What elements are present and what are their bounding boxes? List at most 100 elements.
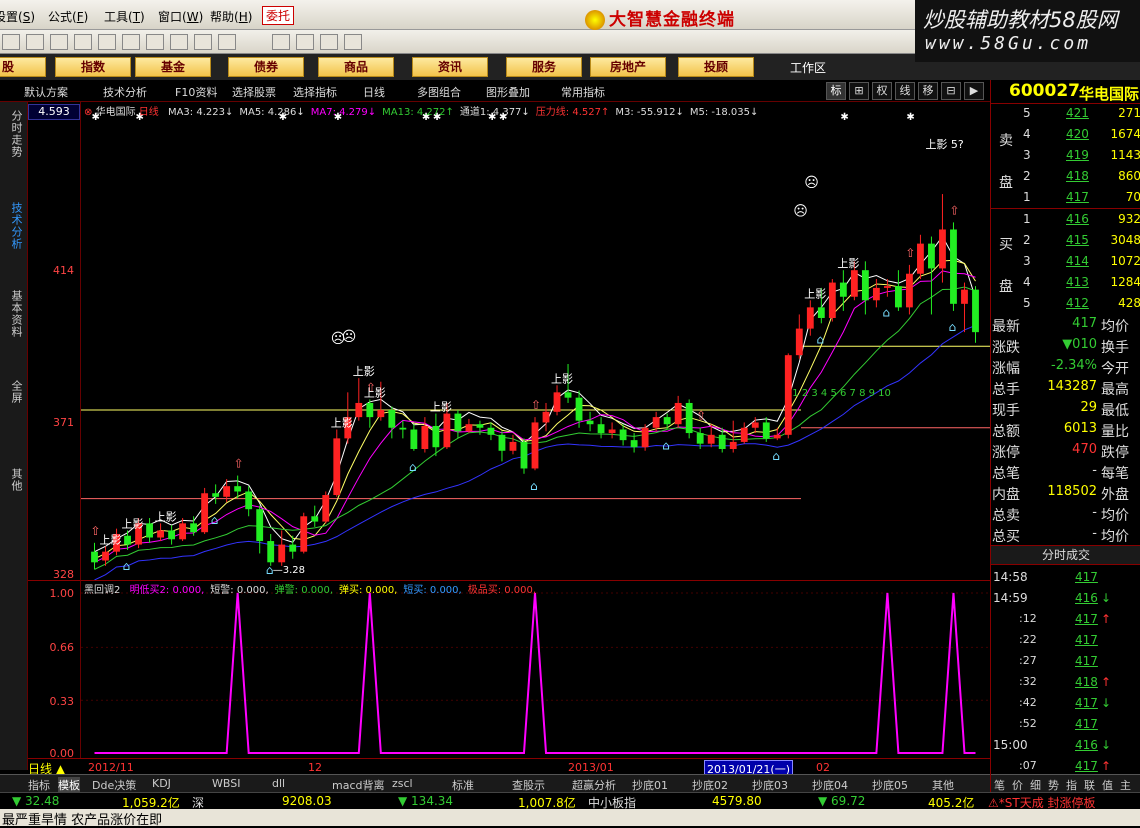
menu-item-6[interactable]: 工具(T) bbox=[104, 8, 145, 25]
close-icon[interactable]: ⊗ bbox=[84, 107, 92, 118]
category-1[interactable]: 指数 bbox=[55, 57, 131, 77]
indicator-tab-10[interactable]: 超赢分析 bbox=[572, 777, 616, 793]
indicator-tab-14[interactable]: 抄底04 bbox=[812, 777, 848, 793]
right-tab-5[interactable]: 联 bbox=[1084, 777, 1095, 793]
indicator-tab-3[interactable]: KDJ bbox=[152, 777, 171, 790]
money-icon[interactable] bbox=[170, 34, 188, 50]
view-button-1[interactable]: ⊞ bbox=[849, 82, 869, 100]
indicator-tab-2[interactable]: Dde决策 bbox=[92, 777, 136, 793]
buy-price[interactable]: 416 bbox=[1066, 212, 1089, 226]
info-icon[interactable] bbox=[218, 34, 236, 50]
view-button-4[interactable]: 移 bbox=[918, 82, 938, 100]
view-button-2[interactable]: 权 bbox=[872, 82, 892, 100]
view-button-6[interactable]: ▶ bbox=[964, 82, 984, 100]
indicator-tab-1[interactable]: 模板 bbox=[58, 777, 80, 793]
workarea-label[interactable]: 工作区 bbox=[790, 59, 826, 76]
doc-icon[interactable] bbox=[272, 34, 290, 50]
view-button-3[interactable]: 线 bbox=[895, 82, 915, 100]
quote-panel: 600027 华电国际 卖盘买盘 5 421 271 4 420 1674 3 419 1143 2… bbox=[990, 80, 1140, 792]
indicator-tab-15[interactable]: 抄底05 bbox=[872, 777, 908, 793]
category-2[interactable]: 基金 bbox=[135, 57, 211, 77]
indicator-tab-8[interactable]: 标准 bbox=[452, 777, 474, 793]
right-tab-6[interactable]: 值 bbox=[1102, 777, 1113, 793]
calc-icon[interactable] bbox=[98, 34, 116, 50]
indicator-tab-0[interactable]: 指标 bbox=[28, 777, 50, 793]
ma-item-4: 通道1: 4.377↓ bbox=[459, 107, 530, 118]
menu-item-8[interactable]: 帮助(H) bbox=[210, 8, 252, 25]
sell-price[interactable]: 421 bbox=[1066, 106, 1089, 120]
category-5[interactable]: 资讯 bbox=[412, 57, 488, 77]
home-icon[interactable] bbox=[2, 34, 20, 50]
right-tab-0[interactable]: 笔 bbox=[994, 777, 1005, 793]
chart-icon[interactable] bbox=[74, 34, 92, 50]
indicator-tab-12[interactable]: 抄底02 bbox=[692, 777, 728, 793]
left-tab-2[interactable]: 基本资料 bbox=[4, 290, 24, 338]
right-tab-2[interactable]: 细 bbox=[1030, 777, 1041, 793]
candle bbox=[608, 422, 616, 439]
sell-price[interactable]: 417 bbox=[1066, 190, 1089, 204]
category-7[interactable]: 房地产 bbox=[590, 57, 666, 77]
indicator-tab-4[interactable]: WBSI bbox=[212, 777, 240, 790]
back-icon[interactable] bbox=[26, 34, 44, 50]
window-icon[interactable] bbox=[296, 34, 314, 50]
right-tab-3[interactable]: 势 bbox=[1048, 777, 1059, 793]
right-tab-7[interactable]: 主 bbox=[1120, 777, 1131, 793]
category-3[interactable]: 债券 bbox=[228, 57, 304, 77]
left-tab-1[interactable]: 技术分析 bbox=[4, 202, 24, 250]
view-button-0[interactable]: 标 bbox=[826, 82, 846, 100]
menu-item-4[interactable]: 公式(F) bbox=[48, 8, 88, 25]
quote-key: 现手 bbox=[992, 403, 1020, 419]
forward-icon[interactable] bbox=[50, 34, 68, 50]
buy-price[interactable]: 414 bbox=[1066, 254, 1089, 268]
sell-price[interactable]: 420 bbox=[1066, 127, 1089, 141]
indicator-tab-7[interactable]: zscl bbox=[392, 777, 413, 790]
category-6[interactable]: 服务 bbox=[506, 57, 582, 77]
warn-icon[interactable] bbox=[146, 34, 164, 50]
indicator-tab-11[interactable]: 抄底01 bbox=[632, 777, 668, 793]
buy-price[interactable]: 413 bbox=[1066, 275, 1089, 289]
category-0[interactable]: 股 bbox=[0, 57, 46, 77]
option-7[interactable]: 图形叠加 bbox=[486, 84, 530, 100]
sell-price[interactable]: 419 bbox=[1066, 148, 1089, 162]
indicator-tab-5[interactable]: dll bbox=[272, 777, 285, 790]
left-tab-4[interactable]: 其他 bbox=[4, 468, 24, 492]
option-3[interactable]: 选择股票 bbox=[232, 84, 276, 100]
news-icon[interactable] bbox=[122, 34, 140, 50]
option-0[interactable]: 默认方案 bbox=[24, 84, 68, 100]
sell-price[interactable]: 418 bbox=[1066, 169, 1089, 183]
left-tab-0[interactable]: 分时走势 bbox=[4, 110, 24, 158]
kline-chart[interactable]: ⌂ ⌂ ⌂ ⌂ ⌂ ⌂ ⌂ ⌂ ⌂ ⌂ ⇧ ⇧ ⇧ ⇧ ⇧ ⇧ ⇧ 上影 上影 上影 上影 上影 上影 上影 上影 上影 上影 ☹ ☹ ☹… bbox=[80, 102, 991, 581]
signal-line bbox=[94, 592, 976, 754]
right-tab-4[interactable]: 指 bbox=[1066, 777, 1077, 793]
option-2[interactable]: F10资料 bbox=[175, 84, 217, 100]
category-8[interactable]: 投顾 bbox=[678, 57, 754, 77]
news-ticker[interactable]: 最严重旱情 农产品涨价在即 bbox=[0, 809, 1140, 828]
ticks-title[interactable]: 分时成交 bbox=[991, 545, 1140, 565]
option-8[interactable]: 常用指标 bbox=[561, 84, 605, 100]
trade-menu[interactable]: 委托 bbox=[262, 6, 295, 25]
right-tab-1[interactable]: 价 bbox=[1012, 777, 1023, 793]
view-button-5[interactable]: ⊟ bbox=[941, 82, 961, 100]
candle bbox=[972, 286, 979, 343]
indicator-tab-16[interactable]: 其他 bbox=[932, 777, 954, 793]
option-6[interactable]: 多图组合 bbox=[417, 84, 461, 100]
menu-item-7[interactable]: 窗口(W) bbox=[158, 8, 203, 25]
kline-svg: ⌂⌂⌂⌂⌂⌂⌂⌂⌂⌂⇧⇧⇧⇧⇧⇧⇧上影上影上影上影上影上影上影上影上影上影☹☹☹… bbox=[81, 112, 991, 581]
house-icon: ⌂ bbox=[882, 306, 890, 320]
menu-item-3[interactable]: 设置(S) bbox=[0, 8, 35, 25]
buy-price[interactable]: 412 bbox=[1066, 296, 1089, 310]
option-5[interactable]: 日线 bbox=[363, 84, 385, 100]
indicator-tab-9[interactable]: 查股示 bbox=[512, 777, 545, 793]
trade-icon[interactable] bbox=[194, 34, 212, 50]
buy-price[interactable]: 415 bbox=[1066, 233, 1089, 247]
help-icon[interactable] bbox=[344, 34, 362, 50]
indicator-panel[interactable] bbox=[80, 580, 991, 758]
grid-icon[interactable] bbox=[320, 34, 338, 50]
indicator-tab-13[interactable]: 抄底03 bbox=[752, 777, 788, 793]
option-4[interactable]: 选择指标 bbox=[293, 84, 337, 100]
option-1[interactable]: 技术分析 bbox=[103, 84, 147, 100]
indicator-tab-6[interactable]: macd背离 bbox=[332, 777, 385, 793]
ind-axis-1: 1.00 bbox=[49, 587, 75, 600]
category-4[interactable]: 商品 bbox=[318, 57, 394, 77]
left-tab-3[interactable]: 全屏 bbox=[4, 380, 24, 404]
